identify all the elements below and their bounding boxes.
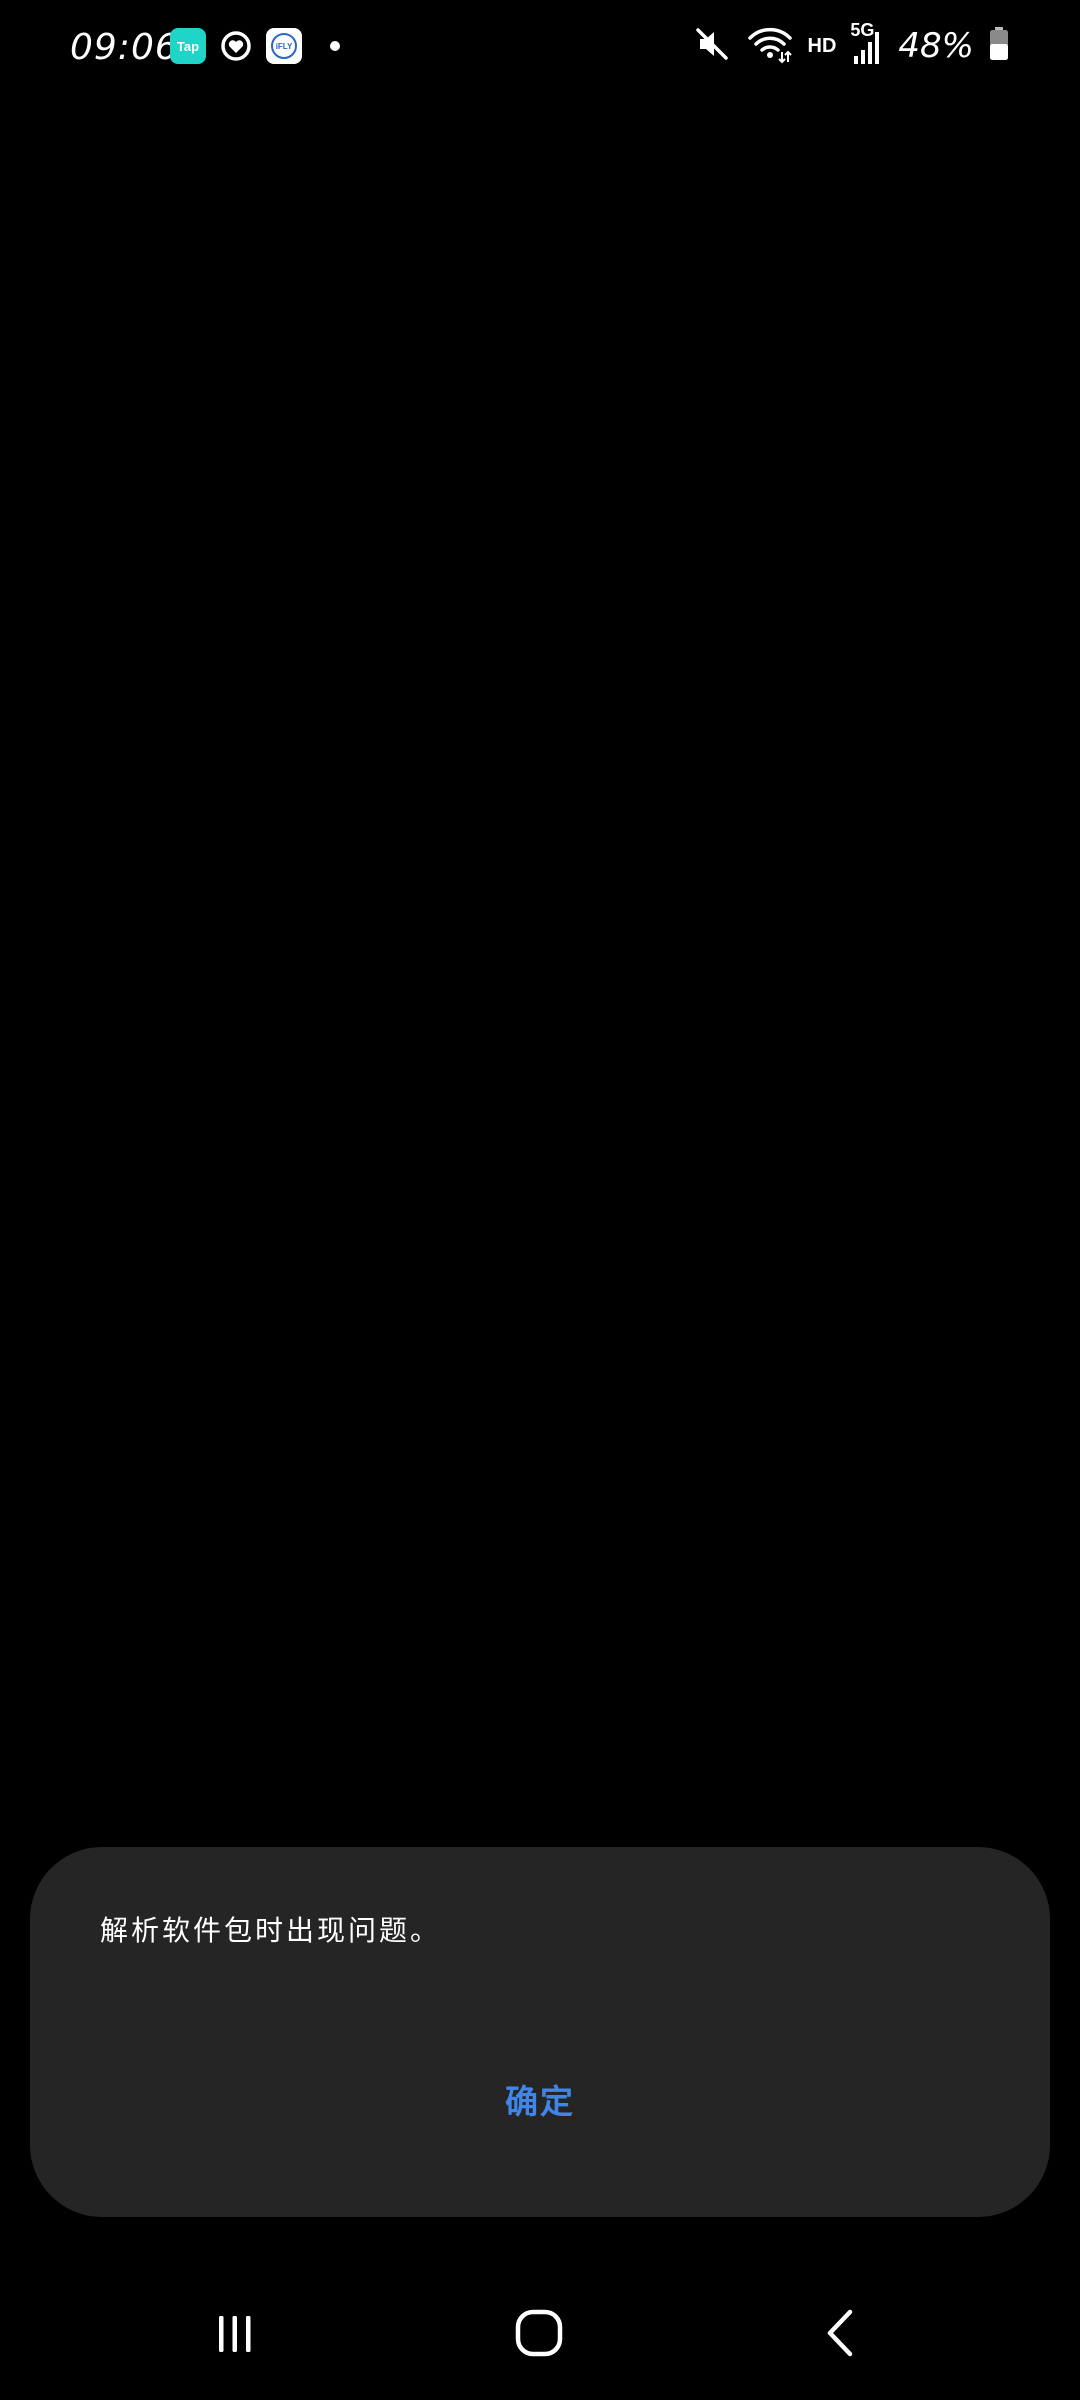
wifi-icon (746, 24, 794, 68)
health-app-icon (218, 28, 254, 64)
signal-group: 5G (850, 20, 884, 66)
home-button[interactable] (494, 2300, 584, 2370)
taptap-icon-label: Tap (176, 38, 200, 54)
mute-icon (692, 24, 732, 68)
taptap-icon: Tap (170, 28, 206, 64)
back-icon (816, 2308, 866, 2362)
ifly-icon: iFLY (266, 28, 302, 64)
dialog-message: 解析软件包时出现问题。 (100, 1914, 442, 1947)
navigation-bar (0, 2280, 1080, 2390)
recents-icon (210, 2308, 260, 2362)
ok-button[interactable]: 确定 (440, 2067, 640, 2131)
home-icon (513, 2307, 565, 2363)
screen: 09:06 Tap iFLY HD 5G 48% 解析软件包时出现问题。 确定 (0, 0, 1080, 2400)
hd-voice-label: HD (807, 34, 837, 57)
error-dialog: 解析软件包时出现问题。 确定 (30, 1847, 1050, 2217)
notification-icons: Tap iFLY (170, 26, 340, 66)
back-button[interactable] (796, 2300, 886, 2370)
recents-button[interactable] (190, 2300, 280, 2370)
more-notifications-dot (330, 41, 340, 51)
battery-icon (988, 26, 1010, 66)
status-time: 09:06 (70, 27, 179, 68)
status-bar: 09:06 Tap iFLY HD 5G 48% (0, 0, 1080, 96)
system-icons: HD 5G 48% (692, 20, 1010, 70)
ifly-icon-label: iFLY (276, 42, 293, 51)
battery-percent: 48% (898, 26, 974, 66)
